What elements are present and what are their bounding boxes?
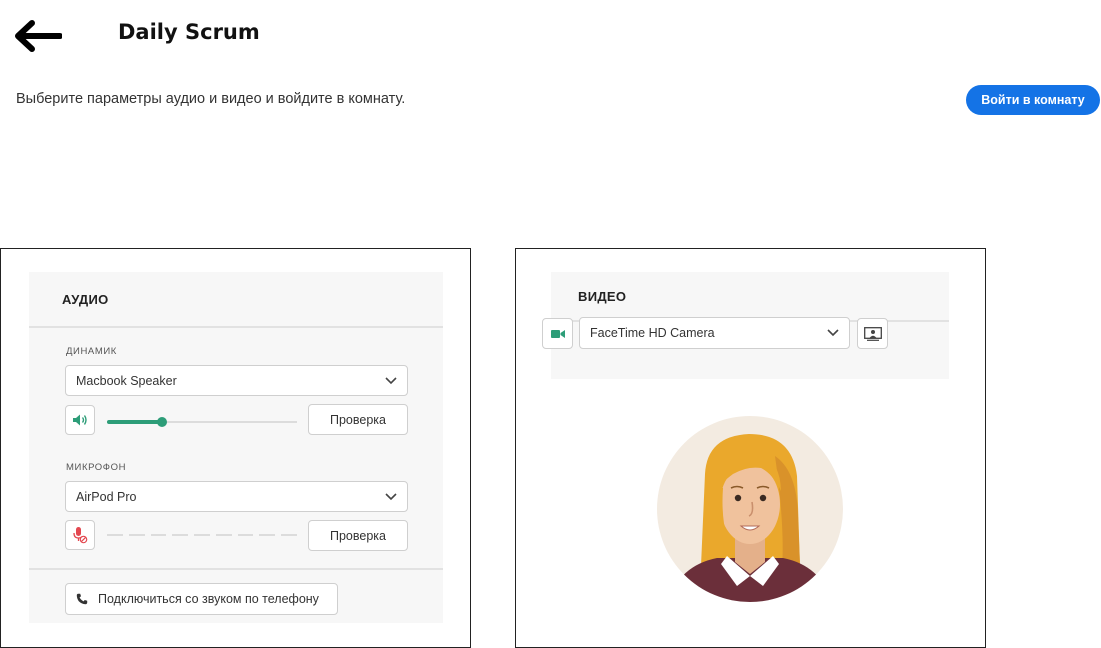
phone-icon	[76, 593, 88, 605]
microphone-toggle-button[interactable]	[65, 520, 95, 550]
camera-select[interactable]: FaceTime HD Camera	[579, 317, 850, 349]
chevron-down-icon	[385, 492, 397, 500]
background-image-icon	[863, 326, 882, 341]
join-room-button[interactable]: Войти в комнату	[966, 85, 1100, 115]
back-button[interactable]	[8, 14, 64, 58]
arrow-left-icon	[15, 20, 62, 52]
chevron-down-icon	[827, 329, 839, 337]
audio-panel: АУДИО ДИНАМИК Macbook Speaker Проверка М…	[0, 248, 471, 648]
speaker-volume-slider[interactable]	[107, 417, 297, 427]
background-settings-button[interactable]	[857, 318, 888, 349]
audio-heading: АУДИО	[29, 272, 443, 328]
page-title: Daily Scrum	[118, 20, 260, 44]
audio-card: АУДИО ДИНАМИК Macbook Speaker Проверка М…	[29, 272, 443, 623]
speaker-select[interactable]: Macbook Speaker	[65, 365, 408, 396]
video-panel: ВИДЕО FaceTime HD Camera	[515, 248, 986, 648]
user-avatar	[657, 416, 843, 602]
chevron-down-icon	[385, 376, 397, 384]
microphone-test-button[interactable]: Проверка	[308, 520, 408, 551]
microphone-select[interactable]: AirPod Pro	[65, 481, 408, 512]
phone-audio-label: Подключиться со звуком по телефону	[98, 592, 319, 606]
camera-toggle-button[interactable]	[542, 318, 573, 349]
slider-fill	[107, 420, 163, 424]
speaker-icon	[73, 414, 87, 426]
speaker-label: ДИНАМИК	[66, 346, 117, 357]
microphone-level-meter	[107, 534, 298, 536]
microphone-label: МИКРОФОН	[66, 462, 127, 473]
video-heading: ВИДЕО	[551, 272, 949, 322]
intro-text: Выберите параметры аудио и видео и войди…	[16, 91, 406, 107]
microphone-muted-icon	[73, 527, 88, 544]
camera-select-value: FaceTime HD Camera	[590, 326, 715, 340]
video-camera-icon	[550, 329, 565, 338]
phone-audio-button[interactable]: Подключиться со звуком по телефону	[65, 583, 338, 615]
slider-thumb[interactable]	[157, 417, 168, 427]
speaker-select-value: Macbook Speaker	[76, 373, 177, 388]
speaker-toggle-button[interactable]	[65, 405, 95, 435]
audio-divider	[29, 568, 443, 570]
speaker-test-button[interactable]: Проверка	[308, 404, 408, 435]
microphone-select-value: AirPod Pro	[76, 489, 137, 504]
